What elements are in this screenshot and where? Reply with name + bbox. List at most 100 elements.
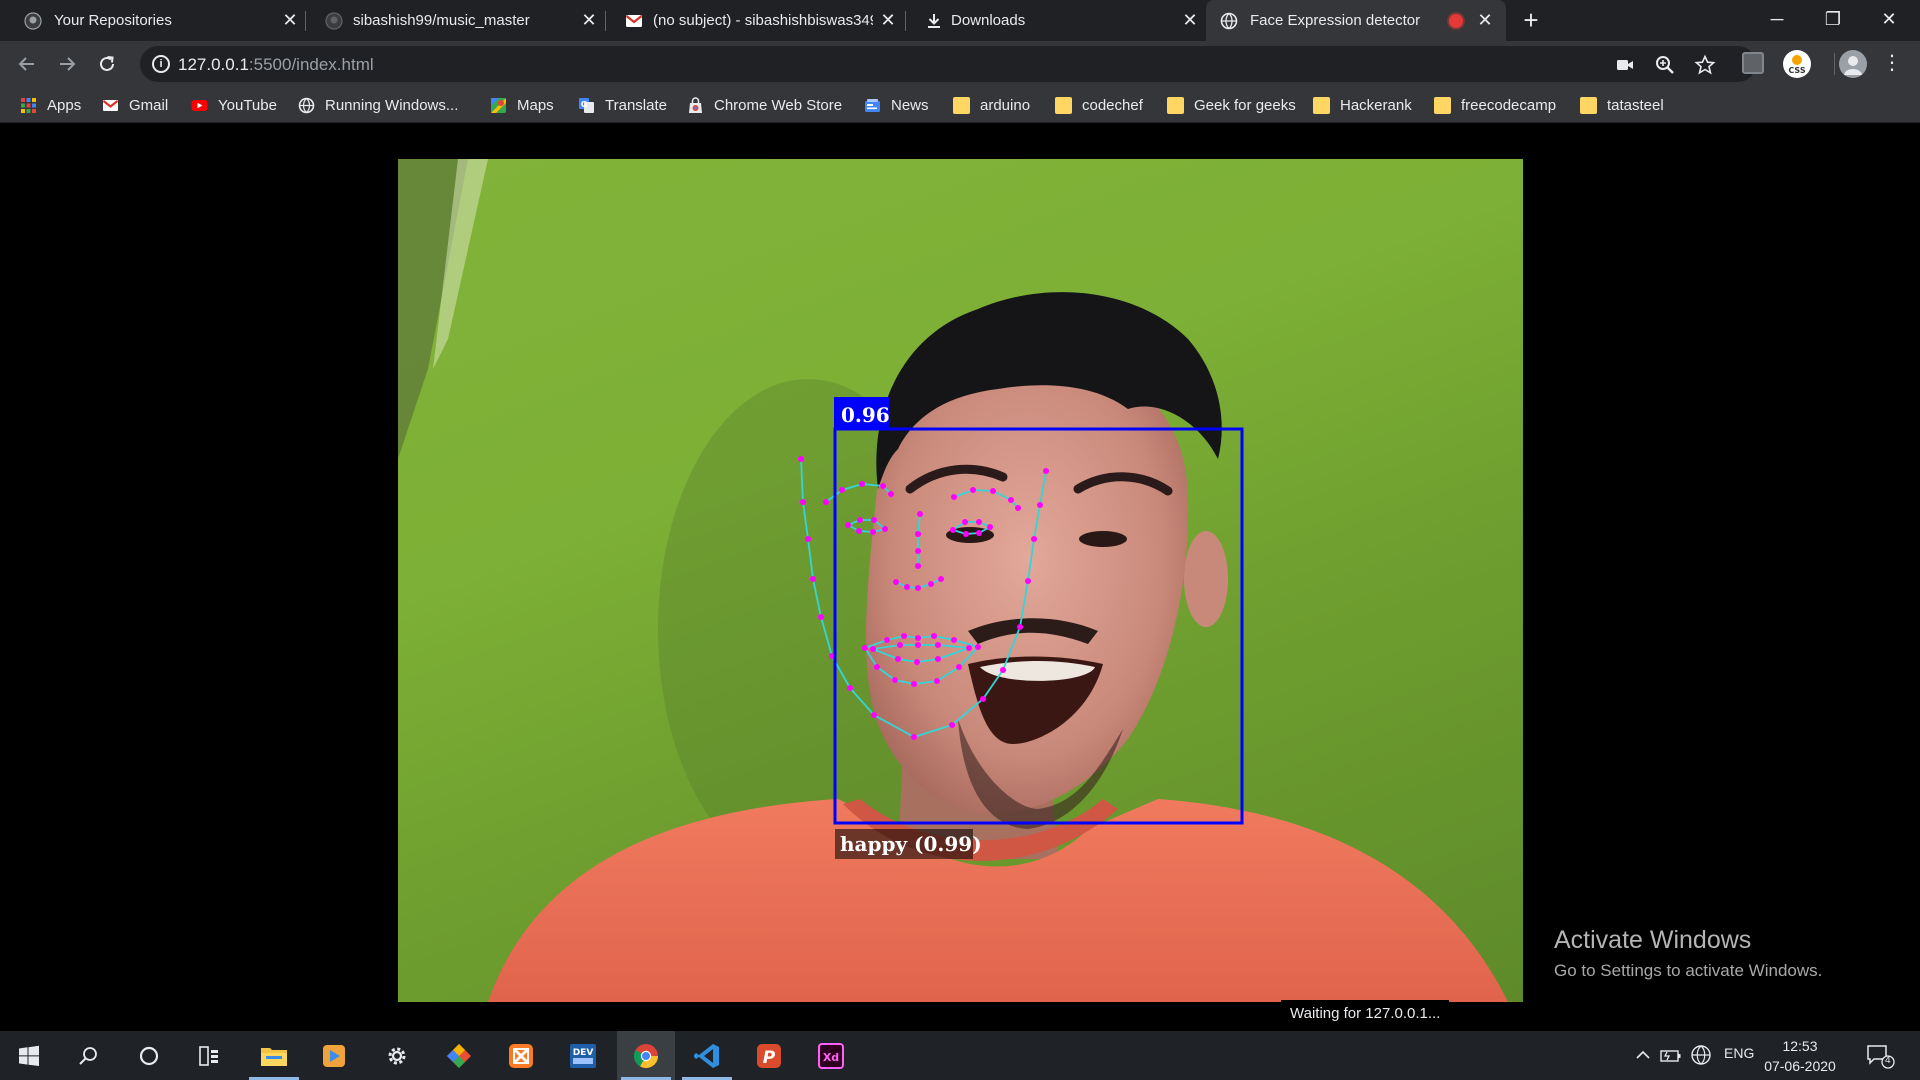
task-view-icon (199, 1045, 218, 1066)
adobe-xd-button[interactable]: Xd (802, 1031, 860, 1080)
landmark-point (901, 633, 907, 639)
system-clock[interactable]: 12:53 07-06-2020 (1760, 1036, 1840, 1076)
battery-charging-icon (1660, 1050, 1681, 1062)
new-tab-button[interactable]: + (1518, 7, 1544, 34)
folder-icon (1167, 96, 1184, 114)
folder-icon (953, 96, 970, 114)
network-button[interactable] (1690, 1044, 1712, 1066)
bookmark-folder-geek-for-geeks[interactable]: Geek for geeks (1167, 94, 1296, 116)
bookmark-chrome-web-store[interactable]: Chrome Web Store (687, 94, 842, 116)
bookmark-folder-codechef[interactable]: codechef (1055, 94, 1143, 116)
address-bar[interactable]: i 127.0.0.1:5500/index.html (140, 46, 1756, 82)
bookmark-news[interactable]: News (864, 94, 929, 116)
bookmark-star-icon[interactable] (1694, 54, 1716, 76)
landmark-point (931, 633, 937, 639)
css-extension-icon[interactable]: CSS (1783, 50, 1811, 78)
xampp-icon (509, 1043, 533, 1068)
back-button[interactable] (12, 49, 42, 79)
url-text: 127.0.0.1:5500/index.html (178, 55, 374, 75)
landmark-point (805, 536, 811, 542)
bookmark-gmail[interactable]: Gmail (102, 94, 168, 116)
tab-downloads[interactable]: Downloads ✕ (905, 0, 1205, 41)
bookmark-folder-freecodecamp[interactable]: freecodecamp (1434, 94, 1556, 116)
postman-button[interactable]: P (740, 1031, 798, 1080)
bookmarks-bar: Apps Gmail YouTube Running Windows... Ma… (0, 87, 1920, 123)
action-center-button[interactable]: 4 (1866, 1043, 1896, 1069)
bookmark-label: Chrome Web Store (714, 96, 843, 114)
toolbar-divider (1834, 53, 1835, 75)
settings-button[interactable] (368, 1031, 426, 1080)
bookmark-label: tatasteel (1607, 96, 1664, 114)
tab-title: Face Expression detector (1250, 12, 1421, 29)
tab-your-repositories[interactable]: Your Repositories ✕ (0, 0, 305, 41)
close-tab-icon[interactable]: ✕ (279, 9, 301, 31)
bookmark-folder-arduino[interactable]: arduino (953, 94, 1030, 116)
restore-button[interactable]: ❐ (1810, 0, 1856, 41)
tab-gmail[interactable]: (no subject) - sibashishbiswas349 ✕ (605, 0, 905, 41)
site-info-icon[interactable]: i (152, 55, 170, 73)
download-icon (928, 14, 940, 28)
landmark-point (975, 644, 981, 650)
bookmark-label: YouTube (218, 96, 277, 114)
clock-date: 07-06-2020 (1764, 1058, 1836, 1074)
watermark-subtitle: Go to Settings to activate Windows. (1554, 961, 1823, 980)
git-button[interactable] (430, 1031, 488, 1080)
webcam-video: 0.96 happy (0.99) (398, 159, 1523, 1002)
svg-text:P: P (763, 1048, 776, 1068)
taskbar-search-button[interactable] (60, 1031, 118, 1080)
youtube-icon (191, 99, 208, 111)
zoom-icon[interactable] (1654, 54, 1676, 76)
bookmark-folder-tatasteel[interactable]: tatasteel (1580, 94, 1664, 116)
bookmark-label: arduino (980, 96, 1031, 114)
extension-icon[interactable] (1742, 52, 1764, 74)
bookmark-label: codechef (1082, 96, 1143, 114)
close-tab-icon[interactable]: ✕ (1474, 9, 1496, 31)
postman-icon: P (757, 1043, 781, 1068)
landmark-point (980, 696, 986, 702)
svg-text:G: G (581, 100, 588, 109)
vscode-button[interactable] (678, 1031, 736, 1080)
forward-button[interactable] (52, 49, 82, 79)
expression-label: happy (0.99) (840, 832, 982, 856)
chrome-button[interactable] (617, 1031, 675, 1080)
bookmark-youtube[interactable]: YouTube (191, 94, 277, 116)
minimize-button[interactable]: ─ (1754, 0, 1800, 41)
camera-in-use-icon[interactable] (1614, 54, 1636, 76)
cortana-button[interactable] (120, 1031, 178, 1080)
close-tab-icon[interactable]: ✕ (1179, 9, 1201, 31)
forward-arrow-icon (60, 57, 76, 71)
bookmark-translate[interactable]: G Translate (578, 94, 667, 116)
dev-cpp-button[interactable]: DEV (554, 1031, 612, 1080)
show-hidden-icons-button[interactable] (1633, 1044, 1653, 1066)
close-window-button[interactable]: ✕ (1866, 0, 1912, 41)
file-explorer-button[interactable] (245, 1031, 303, 1080)
tab-face-expression-detector[interactable]: Face Expression detector ✕ (1206, 0, 1506, 41)
close-tab-icon[interactable]: ✕ (578, 9, 600, 31)
bookmark-maps[interactable]: Maps (490, 94, 554, 116)
profile-avatar[interactable] (1839, 50, 1867, 78)
bookmark-apps[interactable]: Apps (20, 94, 81, 116)
landmark-point (949, 722, 955, 728)
landmark-contour (917, 513, 921, 566)
activate-windows-watermark: Activate Windows Go to Settings to activ… (1554, 926, 1822, 981)
media-player-button[interactable] (305, 1031, 363, 1080)
landmark-point (893, 579, 899, 585)
task-view-button[interactable] (180, 1031, 238, 1080)
landmark-point (892, 677, 898, 683)
windows-start-icon (19, 1045, 39, 1066)
start-button[interactable] (0, 1031, 58, 1080)
landmark-point (798, 456, 804, 462)
folder-icon (1434, 96, 1451, 114)
xampp-button[interactable] (492, 1031, 550, 1080)
battery-button[interactable] (1660, 1044, 1682, 1066)
close-tab-icon[interactable]: ✕ (877, 9, 899, 31)
bookmark-folder-hackerank[interactable]: Hackerank (1313, 94, 1412, 116)
dev-cpp-icon: DEV (570, 1043, 596, 1068)
landmark-point (888, 491, 894, 497)
input-language-button[interactable]: ENG (1724, 1045, 1754, 1061)
reload-button[interactable] (92, 49, 122, 79)
detection-score-label: 0.96 (841, 403, 890, 427)
bookmark-running-windows[interactable]: Running Windows... (298, 94, 458, 116)
chrome-menu-icon[interactable]: ⋮ (1882, 53, 1902, 75)
tab-music-master[interactable]: sibashish99/music_master ✕ (305, 0, 605, 41)
